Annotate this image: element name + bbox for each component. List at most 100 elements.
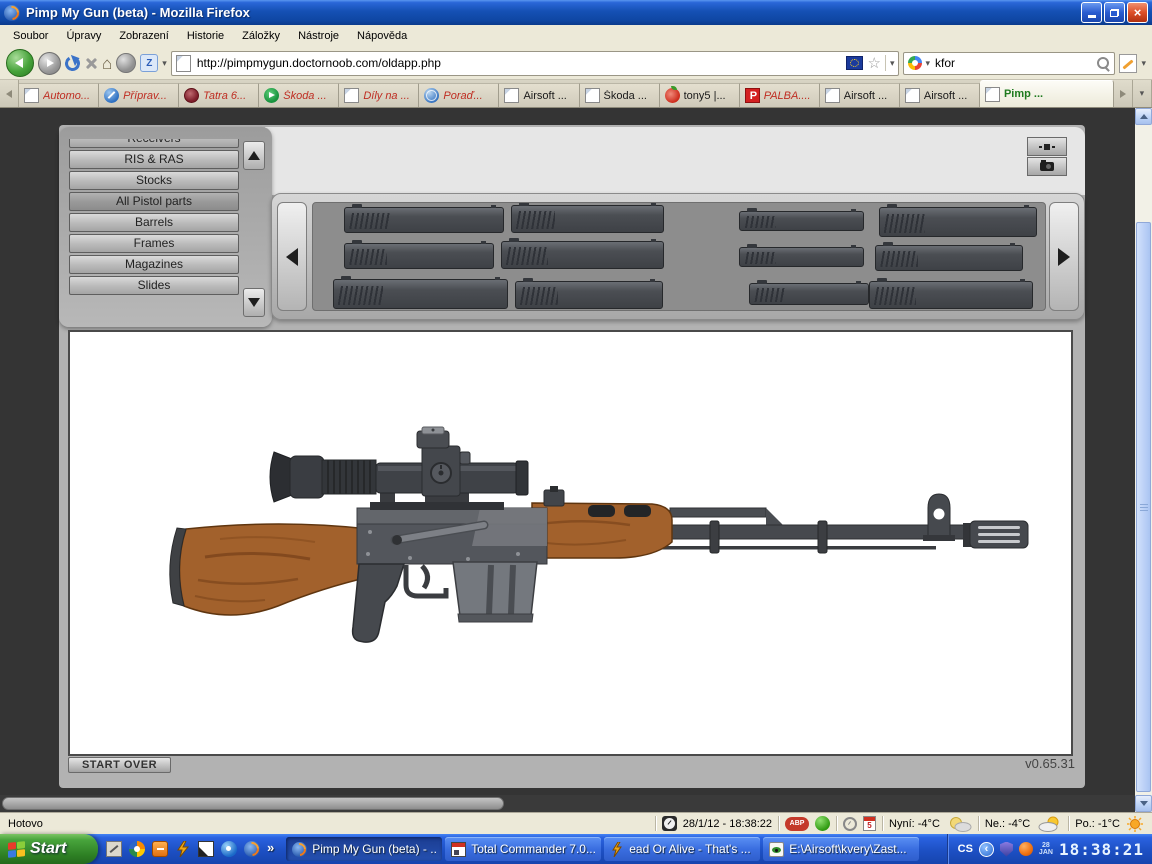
tab-scroll-right-button[interactable] (1114, 80, 1133, 107)
horizontal-scrollbar[interactable] (0, 795, 1135, 812)
pistol-slide-part[interactable] (749, 283, 869, 305)
tab-skoda[interactable]: Škoda ... (259, 83, 339, 107)
category-item[interactable]: Frames (69, 234, 239, 253)
pistol-slide-part[interactable] (875, 245, 1023, 271)
tab-dily[interactable]: Díly na ... (339, 83, 419, 107)
start-button[interactable]: Start (0, 834, 98, 864)
reload-button[interactable] (63, 54, 81, 72)
vertical-scroll-thumb[interactable] (1136, 222, 1151, 792)
pistol-slide-part[interactable] (739, 247, 864, 267)
app-launcher-icon[interactable] (152, 841, 168, 857)
task-winamp[interactable]: ead Or Alive - That's ... (604, 837, 760, 861)
addon-dropdown-icon[interactable]: ▾ (162, 58, 167, 69)
back-button[interactable] (6, 49, 34, 77)
menu-napoveda[interactable]: Nápověda (348, 27, 416, 45)
menu-soubor[interactable]: Soubor (4, 27, 57, 45)
tab-airsoft-1[interactable]: Airsoft ... (499, 83, 579, 107)
timer-addon-icon[interactable] (843, 817, 857, 831)
rifle-scope[interactable] (270, 427, 528, 510)
snapshot-button[interactable] (1027, 157, 1067, 176)
adblock-icon[interactable]: ABP (785, 817, 809, 831)
tab-tatra[interactable]: Tatra 6... (179, 83, 259, 107)
tab-airsoft-3[interactable]: Airsoft ... (900, 83, 980, 107)
tab-palba[interactable]: PALBA.... (740, 83, 820, 107)
rifle-muzzle-brake[interactable] (963, 521, 1028, 548)
menu-zalozky[interactable]: Záložky (233, 27, 289, 45)
scrapbook-addon-icon[interactable] (1119, 54, 1137, 73)
url-input[interactable] (195, 55, 843, 71)
rifle-handguard[interactable] (532, 486, 672, 558)
task-total-commander[interactable]: Total Commander 7.0... (445, 837, 601, 861)
home-button[interactable]: ⌂ (102, 55, 112, 72)
menu-upravy[interactable]: Úpravy (57, 27, 110, 45)
restore-button[interactable] (1104, 2, 1125, 23)
messenger-icon[interactable] (221, 841, 237, 857)
category-item[interactable]: Magazines (69, 255, 239, 274)
scroll-down-button[interactable] (243, 288, 265, 317)
pistol-slide-part[interactable] (869, 281, 1033, 309)
firefox-icon[interactable] (244, 841, 260, 857)
close-button[interactable]: × (1127, 2, 1148, 23)
rifle-pistol-grip[interactable] (353, 564, 446, 642)
quick-launch-overflow-chevron[interactable]: » (267, 840, 274, 855)
pistol-slide-part[interactable] (344, 243, 494, 269)
engine-dropdown-icon[interactable]: ▾ (925, 58, 930, 69)
file-manager-icon[interactable] (198, 841, 214, 857)
gun-build-canvas[interactable] (68, 330, 1073, 756)
url-bar[interactable]: ☆ ▾ (171, 51, 900, 76)
minimize-button[interactable] (1081, 2, 1102, 23)
category-item[interactable]: RIS & RAS (69, 150, 239, 169)
language-indicator[interactable]: CS (958, 843, 973, 855)
tab-automo[interactable]: Automo... (19, 83, 99, 107)
scroll-down-button[interactable] (1135, 795, 1152, 812)
bookmark-star-icon[interactable]: ☆ (867, 56, 880, 71)
tray-orange-icon[interactable] (1019, 842, 1033, 856)
tab-list-dropdown-button[interactable]: ▾ (1133, 80, 1152, 107)
scroll-up-button[interactable] (243, 141, 265, 170)
search-input[interactable] (933, 55, 1093, 71)
menu-zobrazeni[interactable]: Zobrazení (110, 27, 178, 45)
show-desktop-icon[interactable] (106, 841, 122, 857)
google-engine-icon[interactable] (908, 56, 922, 70)
rifle-stock[interactable] (170, 524, 369, 615)
pistol-slide-part[interactable] (501, 241, 664, 269)
position-tool-button[interactable] (1027, 137, 1067, 156)
z-addon-icon[interactable]: Z (140, 54, 158, 72)
task-pimp-my-gun[interactable]: Pimp My Gun (beta) - ... (286, 837, 442, 861)
tab-scroll-left-button[interactable] (0, 80, 19, 107)
menu-historie[interactable]: Historie (178, 27, 233, 45)
category-item[interactable]: Barrels (69, 213, 239, 232)
rifle-front-sight[interactable] (923, 494, 955, 541)
pistol-slide-part[interactable] (739, 211, 864, 231)
tray-clock[interactable]: 18:38:21 (1059, 840, 1144, 859)
stop-button[interactable] (84, 56, 98, 70)
scroll-up-button[interactable] (1135, 108, 1152, 125)
flag-addon-icon[interactable] (846, 56, 863, 70)
calendar-icon[interactable]: 5 (863, 816, 876, 831)
tab-airsoft-2[interactable]: Airsoft ... (820, 83, 900, 107)
scrapbook-dropdown-icon[interactable]: ▾ (1141, 58, 1146, 69)
palette-next-button[interactable] (1049, 202, 1079, 311)
tab-pimp-my-gun[interactable]: Pimp ... (980, 80, 1114, 107)
rifle-magazine[interactable] (453, 562, 537, 622)
url-dropdown-icon[interactable]: ▾ (890, 58, 895, 69)
tab-tony5[interactable]: tony5 |... (660, 83, 740, 107)
pistol-slide-part[interactable] (344, 207, 504, 233)
palette-prev-button[interactable] (277, 202, 307, 311)
antivirus-shield-icon[interactable] (1000, 842, 1013, 857)
task-image-viewer[interactable]: E:\Airsoft\kvery\Zast... (763, 837, 919, 861)
hide-icons-chevron[interactable]: ‹ (979, 842, 994, 857)
category-item[interactable]: Receivers (69, 139, 239, 148)
start-over-button[interactable]: START OVER (68, 757, 171, 773)
menu-nastroje[interactable]: Nástroje (289, 27, 348, 45)
pistol-slide-part[interactable] (511, 205, 664, 233)
pistol-slide-part[interactable] (333, 279, 508, 309)
winamp-icon[interactable] (175, 841, 191, 857)
forward-button[interactable] (38, 52, 61, 75)
search-box[interactable]: ▾ (903, 52, 1115, 75)
search-icon[interactable] (1096, 56, 1110, 70)
status-green-icon[interactable] (815, 816, 830, 831)
category-item-selected[interactable]: All Pistol parts (69, 192, 239, 211)
proxy-addon-icon[interactable] (116, 53, 136, 73)
horizontal-scroll-thumb[interactable] (2, 797, 504, 810)
